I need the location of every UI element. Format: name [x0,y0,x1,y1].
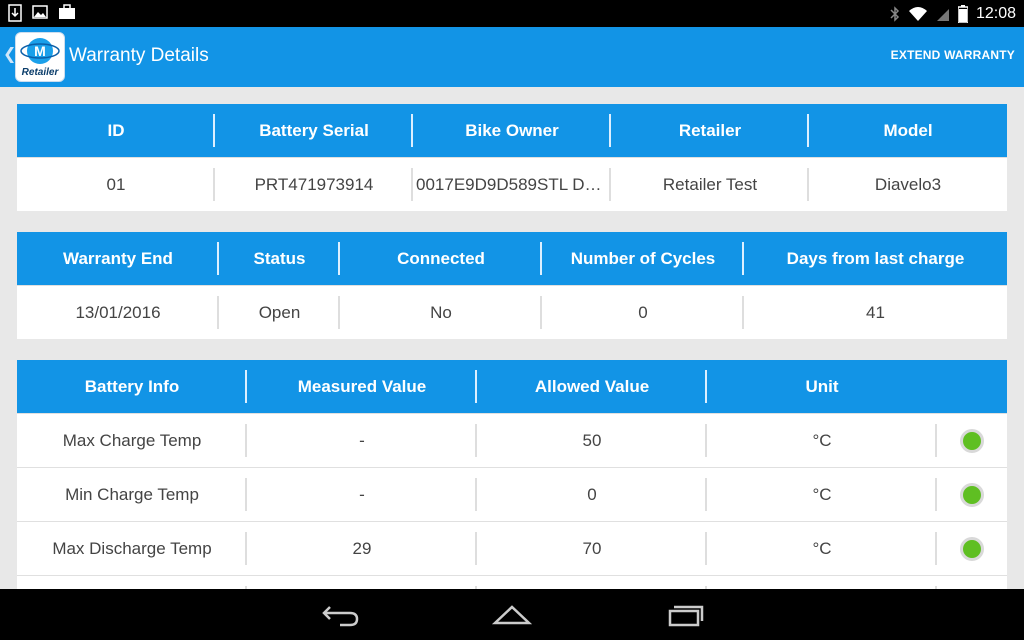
table-row: 13/01/2016 Open No 0 41 [17,285,1007,339]
column-header: Unit [805,376,839,396]
briefcase-icon [59,4,75,19]
column-header: Battery Serial [215,104,413,157]
table-cell [707,576,937,589]
table-header: Warranty End Status Connected Number of … [17,232,1007,285]
allowed-value: 70 [477,522,707,575]
column-header: ID [17,104,215,157]
table-cell: 0 [542,286,744,339]
notification-icons [8,4,76,22]
unit: °C [707,468,937,521]
signal-icon [936,8,949,21]
table-cell: PRT471973914 [215,158,413,211]
wifi-icon [908,6,927,21]
column-header: Status [219,232,340,285]
table-row: 01 PRT471973914 0017E9D9D589STL D… Retai… [17,157,1007,211]
column-header: Days from last charge [786,248,965,268]
status-ok-icon [960,482,984,507]
table-cell: 0017E9D9D589STL D… [413,158,611,211]
table-cell: 41 [866,302,885,322]
table-cell: 13/01/2016 [17,286,219,339]
system-icons: 12:08 [890,0,1016,27]
table-cell [247,576,477,589]
table-cell: No [340,286,542,339]
image-icon [32,5,48,19]
svg-text:M: M [34,43,46,59]
recents-icon[interactable] [666,599,706,629]
table-cell: Open [219,286,340,339]
warranty-summary-table: ID Battery Serial Bike Owner Retailer Mo… [17,104,1007,211]
status-ok-icon [960,536,984,561]
bluetooth-icon [890,5,900,22]
table-row-partial [17,575,1007,589]
page-title: Warranty Details [69,45,209,66]
status-cell [937,522,1007,575]
battery-info-label: Max Discharge Temp [17,522,247,575]
status-cell [937,414,1007,467]
clock: 12:08 [975,4,1016,22]
unit: °C [707,522,937,575]
column-header: Battery Info [17,360,247,413]
column-header: Retailer [611,104,809,157]
table-cell: Retailer Test [611,158,809,211]
battery-info-label: Min Charge Temp [17,468,247,521]
battery-info-table[interactable]: Battery Info Measured Value Allowed Valu… [17,360,1007,589]
retailer-logo-icon: M Retailer [20,38,60,78]
status-header [937,360,1007,413]
warranty-status-table: Warranty End Status Connected Number of … [17,232,1007,339]
action-bar: ❮ M Retailer Warranty Details EXTEND WAR… [0,27,1024,87]
measured-value: - [247,468,477,521]
extend-warranty-button[interactable]: EXTEND WARRANTY [891,48,1015,62]
table-header: Battery Info Measured Value Allowed Valu… [17,360,1007,413]
status-bar: 12:08 [0,0,1024,27]
column-header: Bike Owner [413,104,611,157]
table-cell [477,576,707,589]
table-cell [937,576,1007,589]
navigation-bar [0,589,1024,640]
allowed-value: 50 [477,414,707,467]
table-row: Min Charge Temp - 0 °C [17,467,1007,521]
app-logo[interactable]: M Retailer [15,32,65,82]
column-header: Measured Value [247,360,477,413]
home-icon[interactable] [492,599,532,629]
column-header: Allowed Value [477,360,707,413]
column-header: Connected [340,232,542,285]
measured-value: 29 [247,522,477,575]
back-icon[interactable] [320,599,360,629]
table-cell [17,576,247,589]
download-icon [8,4,22,22]
unit: °C [707,414,937,467]
battery-icon [957,4,968,23]
column-header: Model [883,120,933,140]
table-row: Max Charge Temp - 50 °C [17,413,1007,467]
column-header: Number of Cycles [542,232,744,285]
table-row: Max Discharge Temp 29 70 °C [17,521,1007,575]
column-header: Warranty End [17,232,219,285]
svg-text:Retailer: Retailer [22,67,60,78]
table-header: ID Battery Serial Bike Owner Retailer Mo… [17,104,1007,157]
table-cell: Diavelo3 [874,174,942,194]
status-ok-icon [960,428,984,453]
allowed-value: 0 [477,468,707,521]
table-cell: 01 [17,158,215,211]
status-cell [937,468,1007,521]
measured-value: - [247,414,477,467]
battery-info-label: Max Charge Temp [17,414,247,467]
